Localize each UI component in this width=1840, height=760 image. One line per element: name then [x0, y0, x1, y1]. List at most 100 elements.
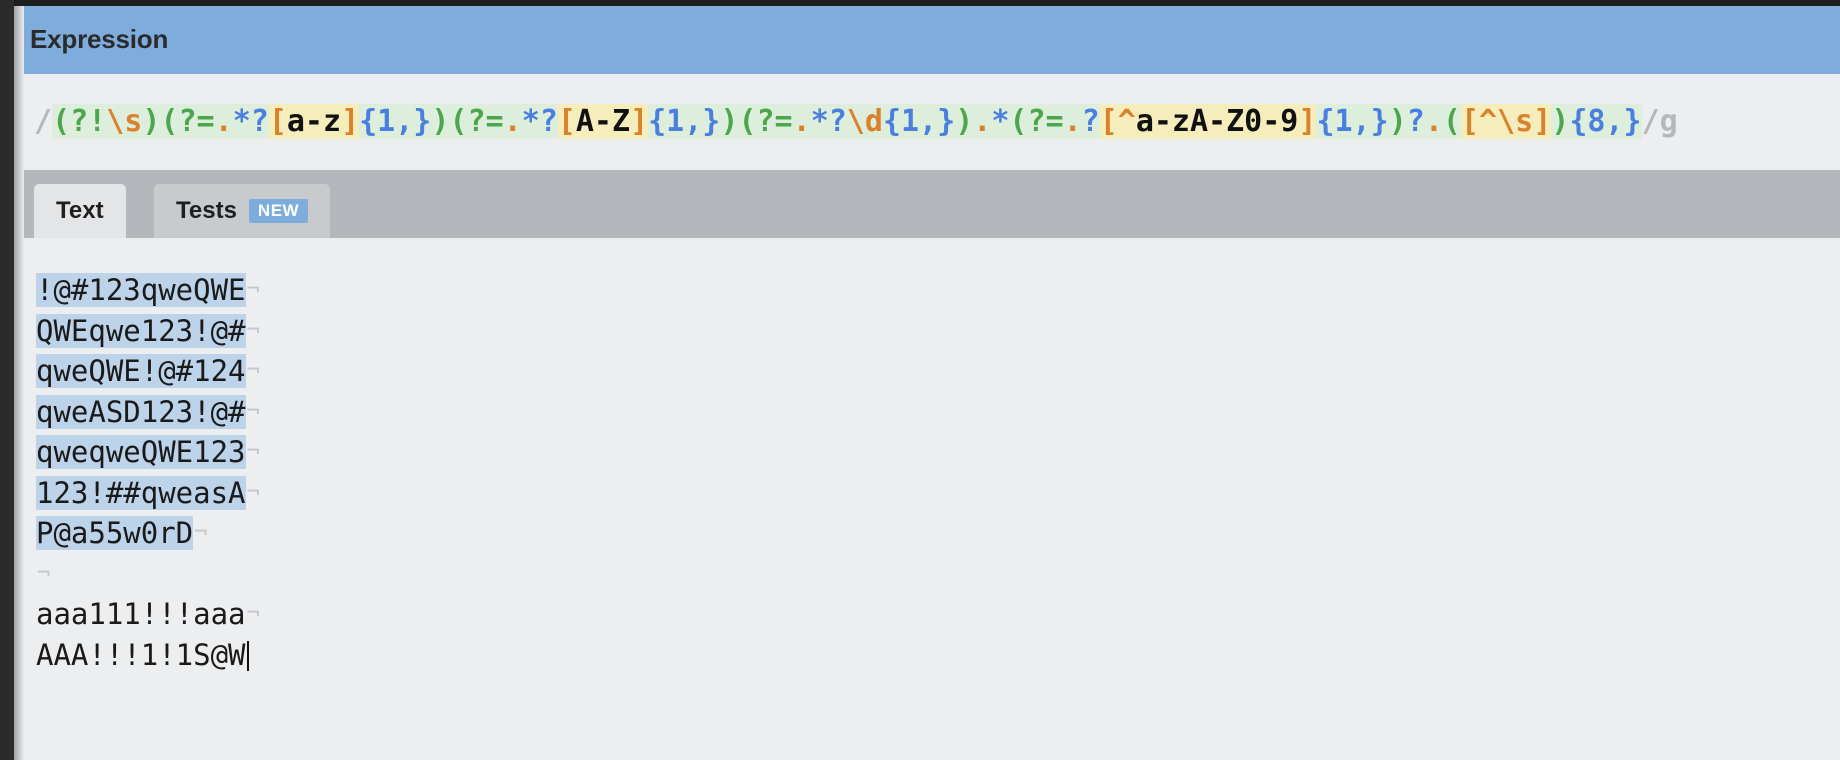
regex-token: ^ [1479, 104, 1498, 139]
tab-text[interactable]: Text [34, 184, 126, 238]
test-line-text: aaa111!!!aaa [36, 597, 246, 631]
regex-token: ) [142, 104, 161, 139]
regex-token: ] [1533, 104, 1552, 139]
line-break-marker-icon: ¬ [194, 520, 208, 545]
regex-token: * [521, 104, 540, 139]
regex-token: [ [557, 104, 576, 139]
regex-token: {1,} [1316, 104, 1389, 139]
match-highlight: P@a55w0rD [36, 516, 194, 550]
tab-bar: Text Tests NEW [14, 170, 1840, 238]
match-highlight: qweqweQWE123 [36, 435, 246, 469]
regex-token: a-zA-Z0-9 [1135, 104, 1299, 139]
test-line[interactable]: qweqweQWE123¬ [36, 432, 260, 473]
match-highlight: !@#123qweQWE [36, 273, 246, 307]
regex-token: ] [1298, 104, 1317, 139]
regex-token: ( [52, 104, 71, 139]
tab-tests[interactable]: Tests NEW [154, 184, 331, 238]
regex-token: ? [1406, 104, 1425, 139]
test-line[interactable]: !@#123qweQWE¬ [36, 270, 260, 311]
test-line[interactable]: P@a55w0rD¬ [36, 513, 260, 554]
regex-token: ) [720, 104, 739, 139]
regex-token: ?! [70, 104, 107, 139]
test-string-area[interactable]: !@#123qweQWE¬ QWEqwe123!@#¬ qweQWE!@#124¬ q… [14, 238, 1840, 760]
test-line[interactable]: QWEqwe123!@#¬ [36, 311, 260, 352]
text-cursor [246, 640, 249, 671]
match-highlight: qweQWE!@#124 [36, 354, 246, 388]
line-break-marker-icon: ¬ [246, 601, 260, 626]
regex-token: ?= [178, 104, 215, 139]
test-string-lines[interactable]: !@#123qweQWE¬ QWEqwe123!@#¬ qweQWE!@#124¬ q… [36, 270, 260, 675]
match-highlight: 123!##qweasA [36, 475, 246, 510]
tab-text-label: Text [56, 197, 104, 224]
test-line[interactable]: qweQWE!@#124¬ [36, 351, 260, 392]
test-line[interactable]: qweASD123!@#¬ [36, 392, 260, 433]
regex-token: \s [106, 104, 143, 139]
regex-token: / [1641, 104, 1660, 139]
regex-token: . [1424, 104, 1443, 139]
page-title: Expression [30, 24, 169, 54]
regex-token: * [991, 104, 1010, 139]
regex-token: ? [539, 104, 558, 139]
regex-token: . [503, 104, 522, 139]
line-break-marker-icon: ¬ [246, 479, 260, 505]
regex-token: ? [828, 104, 847, 139]
regex-token: {1,} [882, 104, 956, 139]
regex-token: ) [431, 104, 450, 139]
line-break-marker-icon: ¬ [246, 317, 260, 343]
regex-token: A-Z [575, 104, 631, 139]
test-line[interactable]: ¬ [36, 554, 260, 595]
regex-token: ( [1009, 104, 1028, 139]
regex-tester-app: Expression /(?!\s)(?=.*?[a-z]{1,})(?=.*?… [0, 0, 1840, 760]
line-break-marker-icon: ¬ [246, 358, 260, 383]
tab-tests-label: Tests [176, 197, 237, 224]
regex-token: . [1063, 104, 1082, 139]
regex-token: {8,} [1569, 104, 1642, 139]
regex-token: ?= [1027, 104, 1064, 139]
regex-token: [ [1099, 104, 1118, 139]
window-left-rail [0, 0, 14, 760]
regex-token: g [1659, 104, 1678, 139]
regex-token: ^ [1117, 104, 1136, 139]
regex-token: ? [1081, 104, 1100, 139]
expression-editor[interactable]: /(?!\s)(?=.*?[a-z]{1,})(?=.*?[A-Z]{1,})(… [14, 74, 1840, 170]
regex-token: [ [1460, 104, 1479, 139]
expression-text[interactable]: /(?!\s)(?=.*?[a-z]{1,})(?=.*?[A-Z]{1,})(… [34, 102, 1678, 142]
line-break-marker-icon: ¬ [246, 398, 260, 424]
regex-token: [ [268, 104, 287, 139]
regex-token: {1,} [648, 104, 721, 139]
regex-token: ) [1551, 104, 1570, 139]
line-break-marker-icon: ¬ [246, 439, 260, 464]
regex-token: ( [738, 104, 757, 139]
regex-token: ] [630, 104, 649, 139]
test-line[interactable]: aaa111!!!aaa¬ [36, 594, 260, 635]
regex-token: ?= [756, 104, 793, 139]
regex-token: a-z [286, 104, 342, 139]
test-line-text: AAA!!!1!1S@W [36, 637, 246, 672]
regex-token: ] [341, 104, 360, 139]
new-badge: NEW [248, 199, 309, 223]
left-edge-shadow [14, 6, 24, 760]
match-highlight: QWEqwe123!@# [36, 313, 246, 348]
match-highlight: qweASD123!@# [36, 394, 246, 429]
regex-token: * [232, 104, 251, 139]
regex-token: ) [955, 104, 974, 139]
line-break-marker-icon: ¬ [37, 560, 51, 586]
test-line[interactable]: AAA!!!1!1S@W [36, 635, 260, 676]
regex-token: ( [449, 104, 468, 139]
regex-token: . [214, 104, 233, 139]
regex-token: ( [160, 104, 179, 139]
regex-token: ? [250, 104, 269, 139]
regex-token: ?= [467, 104, 504, 139]
regex-token: * [810, 104, 829, 139]
regex-token: \d [846, 104, 883, 139]
regex-token: {1,} [359, 104, 432, 139]
line-break-marker-icon: ¬ [246, 277, 260, 302]
regex-token: . [792, 104, 811, 139]
test-line[interactable]: 123!##qweasA¬ [36, 473, 260, 514]
expression-header: Expression [14, 6, 1840, 74]
regex-token: ) [1388, 104, 1407, 139]
regex-token: . [973, 104, 992, 139]
regex-token: / [34, 104, 53, 139]
regex-token: ( [1442, 104, 1461, 139]
regex-token: \s [1497, 104, 1534, 139]
